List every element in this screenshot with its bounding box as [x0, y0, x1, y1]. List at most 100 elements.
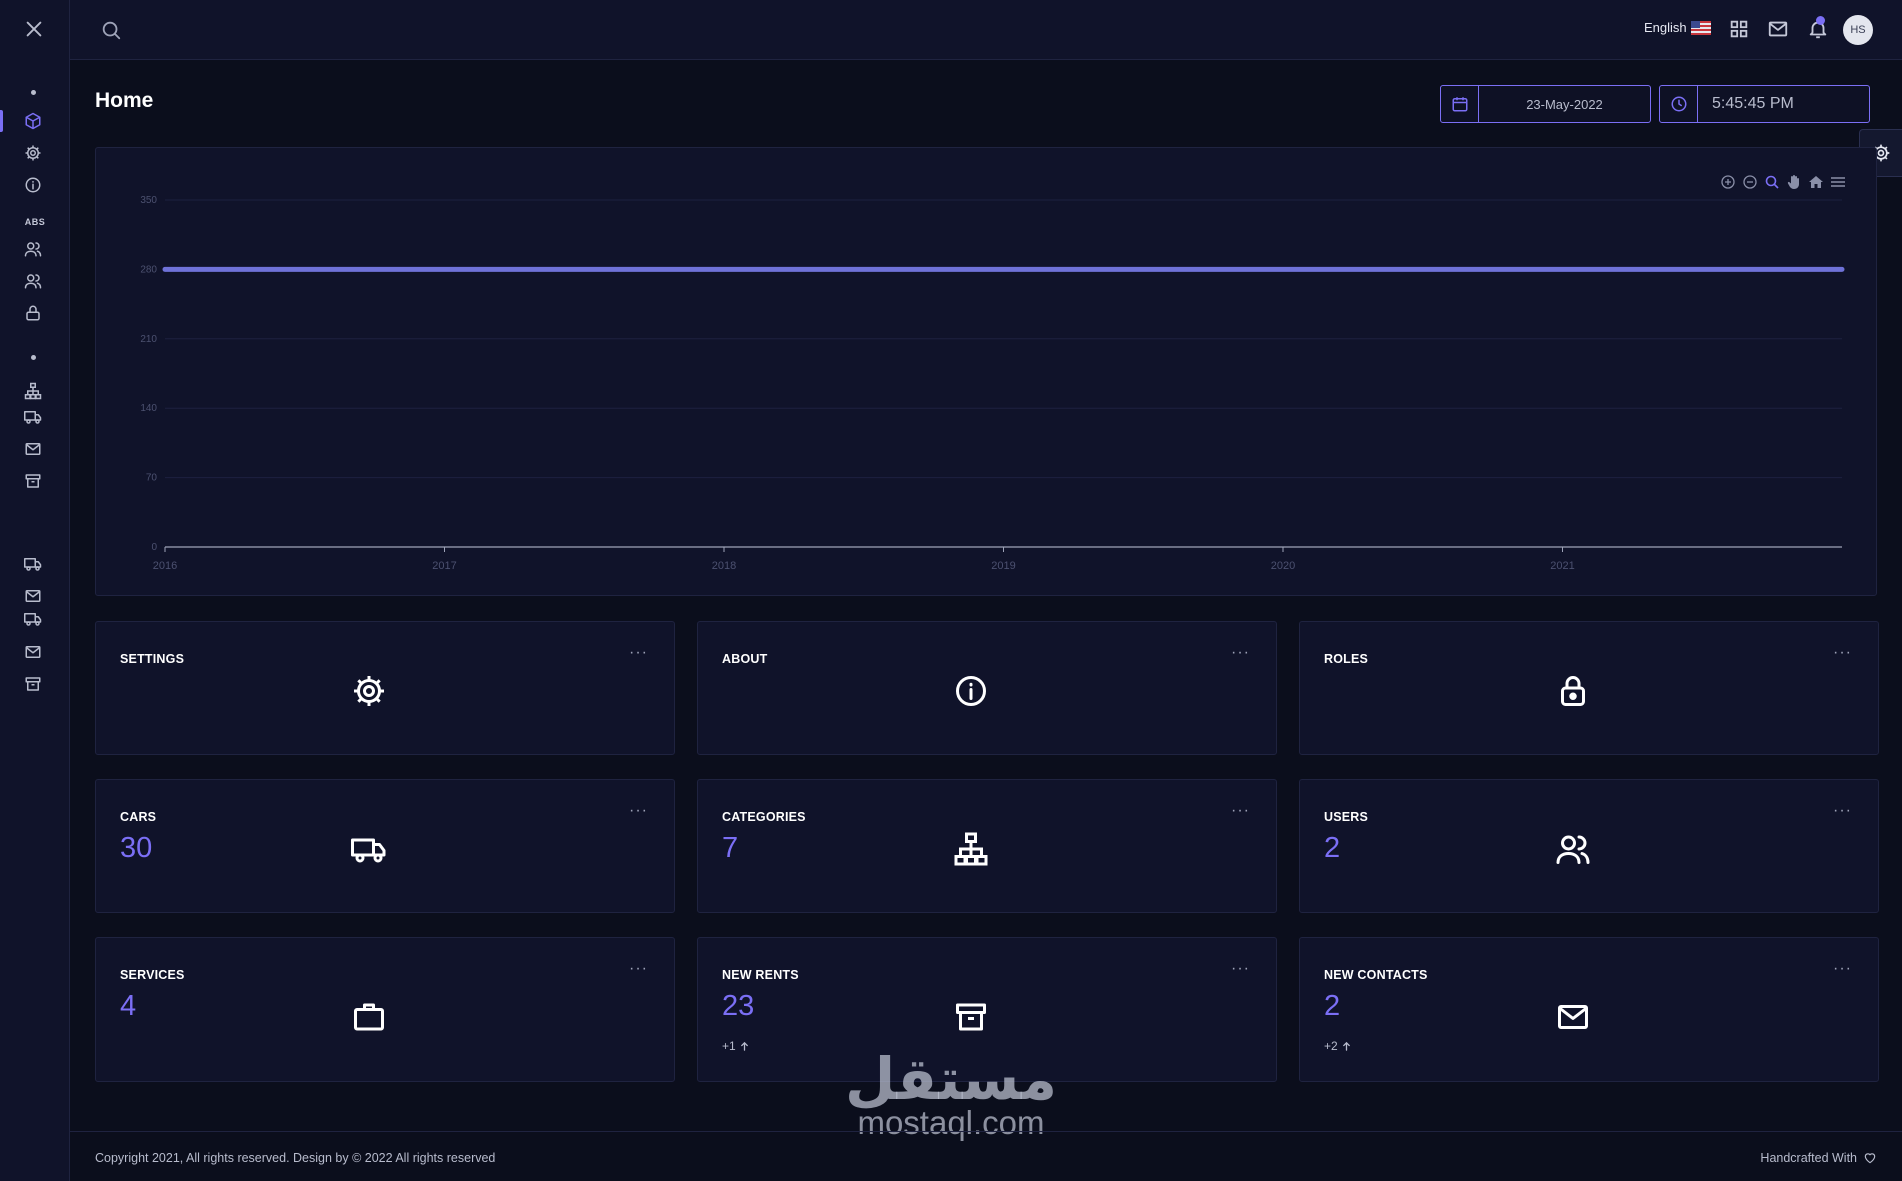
card-title: ROLES	[1324, 652, 1369, 666]
sidebar-item-team-icon[interactable]	[24, 272, 42, 290]
stat-card-cars[interactable]: CARS ··· 30	[95, 779, 675, 913]
card-more-menu-icon[interactable]: ···	[1833, 802, 1852, 820]
stat-card-categories[interactable]: CATEGORIES ··· 7	[697, 779, 1277, 913]
chart-menu-icon[interactable]	[1830, 174, 1846, 190]
sidebar-item-categories-sitemap-icon[interactable]	[24, 382, 42, 400]
card-more-menu-icon[interactable]: ···	[629, 960, 648, 978]
card-more-menu-icon[interactable]: ···	[629, 802, 648, 820]
watermark-arabic-text: مستقل	[844, 1047, 1058, 1112]
footer-copyright: Copyright 2021, All rights reserved. Des…	[95, 1151, 496, 1165]
card-more-menu-icon[interactable]: ···	[1231, 802, 1250, 820]
language-selector[interactable]: English	[1644, 20, 1711, 35]
zoom-in-icon[interactable]	[1720, 174, 1736, 190]
sidebar-item-settings-gear-icon[interactable]	[24, 144, 42, 162]
pan-hand-icon[interactable]	[1786, 174, 1802, 190]
sidebar-item-archive-icon[interactable]	[24, 675, 42, 693]
stat-card-new-contacts[interactable]: NEW CONTACTS ··· 2 +2	[1299, 937, 1879, 1082]
y-tick-label: 0	[151, 542, 157, 553]
sidebar-item-truck-icon[interactable]	[24, 555, 42, 573]
card-title: SERVICES	[120, 968, 185, 982]
footer-handcrafted: Handcrafted With	[1760, 1151, 1877, 1165]
card-value: 2	[1324, 832, 1341, 864]
us-flag-icon	[1690, 20, 1711, 35]
reset-home-icon[interactable]	[1808, 174, 1824, 190]
sidebar-item-mail-icon[interactable]	[24, 587, 42, 605]
x-tick-label: 2020	[1271, 560, 1295, 572]
card-more-menu-icon[interactable]: ···	[1231, 644, 1250, 662]
stat-card-users[interactable]: USERS ··· 2	[1299, 779, 1879, 913]
x-tick-label: 2017	[432, 560, 456, 572]
card-title: CATEGORIES	[722, 810, 806, 824]
lock-icon	[1555, 673, 1591, 709]
footer: Copyright 2021, All rights reserved. Des…	[70, 1131, 1902, 1181]
sidebar-dot-divider	[31, 355, 36, 360]
sidebar: ABS	[0, 0, 70, 1181]
card-title: SETTINGS	[120, 652, 185, 666]
users-icon	[1555, 831, 1591, 867]
sidebar-item-truck-icon[interactable]	[24, 610, 42, 628]
card-more-menu-icon[interactable]: ···	[629, 644, 648, 662]
sidebar-item-roles-lock-icon[interactable]	[24, 304, 42, 322]
selection-zoom-icon[interactable]	[1764, 174, 1780, 190]
y-tick-label: 210	[140, 334, 157, 345]
stat-card-about[interactable]: ABOUT ···	[697, 621, 1277, 755]
archive-icon	[953, 999, 989, 1035]
line-chart: 0 70 140 210 280 350 2016 2017 2018 2019 2020 2021	[140, 195, 1845, 572]
card-title: USERS	[1324, 810, 1369, 824]
truck-icon	[351, 831, 387, 867]
stat-card-settings[interactable]: SETTINGS ···	[95, 621, 675, 755]
sidebar-item-rents-archive-icon[interactable]	[24, 472, 42, 490]
card-more-menu-icon[interactable]: ···	[1231, 960, 1250, 978]
y-tick-label: 70	[146, 473, 158, 484]
sidebar-dot-divider	[31, 90, 36, 95]
card-value: 2	[1324, 990, 1341, 1022]
sidebar-item-mail-icon[interactable]	[24, 643, 42, 661]
x-tick-label: 2018	[712, 560, 736, 572]
date-picker[interactable]: 23-May-2022	[1440, 85, 1651, 123]
sidebar-item-dashboard-cube-icon[interactable]	[24, 112, 42, 130]
zoom-out-icon[interactable]	[1742, 174, 1758, 190]
x-tick-label: 2021	[1550, 560, 1574, 572]
sidebar-active-indicator	[0, 110, 3, 132]
sidebar-item-contacts-mail-icon[interactable]	[24, 440, 42, 458]
card-title: CARS	[120, 810, 157, 824]
sidebar-item-about-info-icon[interactable]	[24, 176, 42, 194]
mail-icon	[1555, 999, 1591, 1035]
card-title: NEW RENTS	[722, 968, 799, 982]
time-picker[interactable]: 5:45:45 PM	[1659, 85, 1870, 123]
chart-toolbar	[1720, 174, 1846, 190]
close-icon[interactable]	[23, 18, 45, 40]
heart-icon	[1863, 1151, 1877, 1165]
info-icon	[953, 673, 989, 709]
clock-icon[interactable]	[1660, 86, 1698, 122]
card-delta-value: +1	[722, 1039, 736, 1053]
date-value[interactable]: 23-May-2022	[1479, 86, 1650, 122]
language-label: English	[1644, 20, 1687, 35]
sidebar-item-users-icon[interactable]	[24, 240, 42, 258]
y-tick-label: 140	[140, 403, 157, 414]
search-icon[interactable]	[100, 19, 122, 41]
calendar-icon[interactable]	[1441, 86, 1479, 122]
gear-icon	[351, 673, 387, 709]
card-value: 4	[120, 990, 137, 1022]
card-value: 23	[722, 990, 755, 1022]
stat-card-services[interactable]: SERVICES ··· 4	[95, 937, 675, 1082]
arrow-up-icon	[1341, 1041, 1352, 1052]
briefcase-icon	[351, 999, 387, 1035]
card-value: 7	[722, 832, 739, 864]
footer-handcrafted-text: Handcrafted With	[1760, 1151, 1857, 1165]
messages-mail-icon[interactable]	[1767, 18, 1789, 40]
sidebar-section-label: ABS	[24, 217, 46, 227]
card-delta: +1	[722, 1039, 750, 1053]
time-value[interactable]: 5:45:45 PM	[1698, 86, 1869, 122]
card-more-menu-icon[interactable]: ···	[1833, 960, 1852, 978]
stat-card-roles[interactable]: ROLES ···	[1299, 621, 1879, 755]
watermark: مستقل mostaql.com	[833, 1048, 1069, 1142]
sidebar-item-cars-truck-icon[interactable]	[24, 408, 42, 426]
sitemap-icon	[953, 831, 989, 867]
apps-grid-icon[interactable]	[1728, 18, 1750, 40]
card-more-menu-icon[interactable]: ···	[1833, 644, 1852, 662]
user-avatar[interactable]: HS	[1843, 15, 1873, 45]
y-tick-label: 280	[140, 264, 157, 275]
card-title: ABOUT	[722, 652, 768, 666]
